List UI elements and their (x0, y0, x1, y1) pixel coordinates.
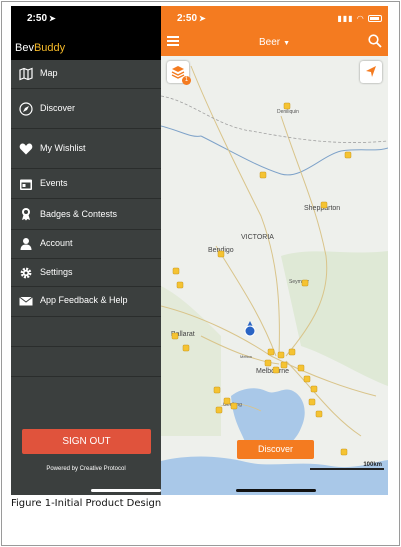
category-title: Beer (258, 37, 281, 48)
menu-item-wishlist[interactable]: My Wishlist (11, 129, 161, 169)
brewery-pin (176, 281, 184, 289)
menu-item-account[interactable]: Account (11, 230, 161, 259)
compass-icon (19, 102, 33, 116)
layers-button[interactable]: 1 (167, 61, 191, 85)
brewery-pin (171, 332, 179, 340)
brewery-pin (217, 250, 225, 258)
calendar-icon (20, 179, 32, 190)
brewery-pin (303, 375, 311, 383)
brewery-pin (259, 171, 267, 179)
map-screen: 2:50 ➤ ▮▮▮ ◠ Beer ▼ Deniliquin Shepparto… (161, 6, 388, 495)
menu-screen: 2:50 ➤ BevBuddy Map Discover My Wishlist … (11, 6, 161, 495)
brewery-pin (320, 201, 328, 209)
brand-name-part2: Buddy (33, 42, 66, 54)
powered-by-text: Powered by Creative Protocol (46, 466, 126, 472)
brewery-pin (310, 385, 318, 393)
brewery-pin (283, 102, 291, 110)
brewery-pin (280, 361, 288, 369)
brewery-pin (267, 348, 275, 356)
status-bar: 2:50 ➤ (11, 6, 161, 32)
brewery-pin (215, 406, 223, 414)
map-scale: 100km (310, 462, 384, 472)
mail-icon (19, 296, 33, 306)
menu-item-label: Settings (40, 267, 73, 277)
map-canvas: Deniliquin Shepparton VICTORIA Bendigo S… (161, 56, 388, 495)
menu-item-label: My Wishlist (40, 143, 86, 153)
wifi-icon: ◠ (356, 14, 365, 23)
map-label-melbourne: Melbourne (256, 368, 289, 375)
menu-item-map[interactable]: Map (11, 60, 161, 89)
brewery-pin (264, 359, 272, 367)
chevron-down-icon: ▼ (283, 40, 291, 47)
brewery-pin (288, 348, 296, 356)
menu-item-label: App Feedback & Help (40, 295, 128, 305)
menu-item-label: Events (40, 178, 68, 188)
brewery-pin (308, 398, 316, 406)
location-arrow-icon: ➤ (49, 14, 56, 23)
menu-item-label: Badges & Contests (40, 209, 118, 219)
battery-icon (368, 15, 382, 23)
map-icon (19, 67, 33, 81)
signal-icon: ▮▮▮ (337, 14, 354, 23)
app-header: 2:50 ➤ ▮▮▮ ◠ Beer ▼ (161, 6, 388, 56)
app-brand: BevBuddy (11, 32, 161, 60)
brand-name-part1: Bev (15, 42, 34, 54)
figure-caption: Figure 1-Initial Product Design (11, 498, 162, 509)
brewery-pin (182, 344, 190, 352)
menu-item-label: Map (40, 68, 58, 78)
home-indicator (91, 489, 161, 492)
menu-item-discover[interactable]: Discover (11, 89, 161, 129)
status-time: 2:50 ➤ (177, 13, 206, 24)
menu-divider (11, 347, 161, 377)
menu-divider (11, 317, 161, 347)
menu-item-label: Account (40, 238, 73, 248)
map-label-melton: Melton (240, 354, 252, 359)
brewery-pin (223, 397, 231, 405)
gear-icon (20, 267, 32, 279)
my-location-button[interactable] (360, 61, 382, 83)
brewery-pin (277, 351, 285, 359)
category-selector[interactable]: Beer ▼ (161, 37, 388, 48)
home-indicator (236, 489, 316, 492)
brewery-pin (172, 267, 180, 275)
discover-button[interactable]: Discover (237, 440, 314, 459)
brewery-pin (272, 366, 280, 374)
status-icons: ▮▮▮ ◠ (337, 14, 382, 23)
heart-icon (19, 143, 33, 155)
status-time: 2:50 ➤ (27, 13, 56, 24)
navigation-arrow-icon (366, 66, 376, 77)
map-label-victoria: VICTORIA (241, 234, 274, 241)
map-view[interactable]: Deniliquin Shepparton VICTORIA Bendigo S… (161, 56, 388, 495)
scale-bar (310, 468, 384, 470)
menu-item-feedback[interactable]: App Feedback & Help (11, 287, 161, 317)
brewery-pin (301, 279, 309, 287)
brewery-pin (315, 410, 323, 418)
layers-badge: 1 (182, 76, 191, 85)
brewery-pin (344, 151, 352, 159)
brewery-pin (297, 364, 305, 372)
person-icon (20, 238, 32, 250)
brewery-pin (230, 402, 238, 410)
location-arrow-icon: ➤ (199, 14, 206, 23)
current-location-dot (244, 325, 256, 337)
award-icon (22, 208, 30, 221)
scale-label: 100km (363, 462, 382, 468)
map-label-deniliquin: Deniliquin (277, 109, 299, 115)
sign-out-button[interactable]: SIGN OUT (22, 429, 151, 454)
menu-item-badges[interactable]: Badges & Contests (11, 199, 161, 230)
brewery-pin (213, 386, 221, 394)
menu-item-label: Discover (40, 103, 76, 113)
menu-item-events[interactable]: Events (11, 169, 161, 199)
menu-item-settings[interactable]: Settings (11, 259, 161, 287)
search-icon[interactable] (368, 34, 382, 48)
brewery-pin (340, 448, 348, 456)
